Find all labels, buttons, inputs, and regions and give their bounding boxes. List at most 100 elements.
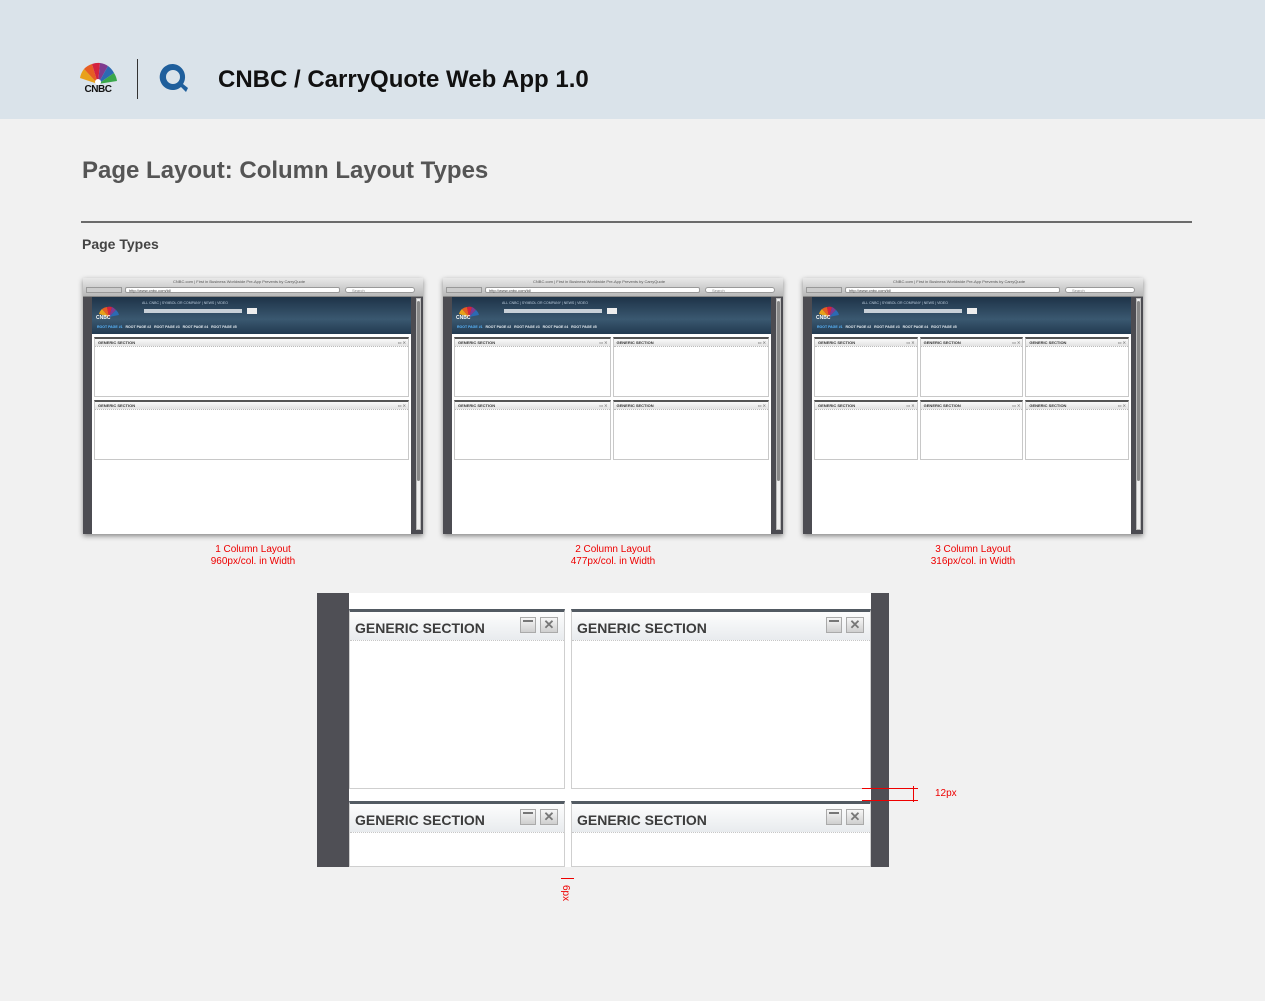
nav-item: ROOT PAGE #1 <box>817 325 843 329</box>
section-header: GENERIC SECTION ✕ <box>572 612 870 641</box>
browser-nav-buttons[interactable] <box>446 287 482 293</box>
browser-search-field[interactable]: Search <box>705 287 775 293</box>
close-icon[interactable]: ✕ <box>540 617 558 633</box>
close-icon[interactable]: ✕ <box>846 617 864 633</box>
horizontal-gap-label: 6px <box>560 885 571 902</box>
carryquote-q-logo <box>159 63 188 92</box>
section-header: GENERIC SECTION <box>815 402 917 410</box>
search-go-button[interactable] <box>607 308 617 314</box>
browser-nav-buttons[interactable] <box>86 287 122 293</box>
minimize-icon[interactable] <box>520 617 536 633</box>
vertical-gap-label: 12px <box>935 788 957 799</box>
scrollbar[interactable] <box>776 298 781 530</box>
nav-item: ROOT PAGE #4 <box>182 325 209 329</box>
browser-nav-buttons[interactable] <box>806 287 842 293</box>
page-content: GENERIC SECTIONGENERIC SECTIONGENERIC SE… <box>812 334 1131 534</box>
close-icon[interactable]: ✕ <box>846 809 864 825</box>
url-field[interactable]: http://www.cnbc.com/id/ <box>845 287 1060 293</box>
window-title: CNBC.com | First in Business Worldwide P… <box>533 279 666 284</box>
generic-section-panel: GENERIC SECTION <box>919 337 1024 397</box>
site-nav[interactable]: ROOT PAGE #1 ROOT PAGE #2 ROOT PAGE #3 R… <box>97 325 237 329</box>
layout-name: 3 Column Layout <box>935 544 1011 555</box>
site-search-input[interactable] <box>144 309 242 313</box>
nav-item: ROOT PAGE #2 <box>485 325 512 329</box>
search-go-button[interactable] <box>967 308 977 314</box>
site-logo-text: CNBC <box>456 315 471 321</box>
layout-caption: 3 Column Layout 316px/col. in Width <box>803 544 1143 568</box>
section-header: GENERIC SECTION <box>613 402 768 410</box>
nav-item: ROOT PAGE #4 <box>542 325 569 329</box>
minimize-icon[interactable] <box>826 809 842 825</box>
gap-guide-top <box>862 788 918 789</box>
site-search-input[interactable] <box>504 309 602 313</box>
generic-section-panel: GENERIC SECTION <box>919 400 1024 460</box>
site-nav[interactable]: ROOT PAGE #1 ROOT PAGE #2 ROOT PAGE #3 R… <box>817 325 957 329</box>
generic-section-panel: GENERIC SECTION ✕ <box>571 609 871 789</box>
section-subtitle: Page Types <box>82 236 159 252</box>
generic-section-panel: GENERIC SECTION ✕ <box>349 801 565 867</box>
close-icon[interactable]: ✕ <box>540 809 558 825</box>
section-header: GENERIC SECTION ✕ <box>350 804 564 833</box>
nav-item: ROOT PAGE #4 <box>902 325 929 329</box>
site-nav[interactable]: ROOT PAGE #1 ROOT PAGE #2 ROOT PAGE #3 R… <box>457 325 597 329</box>
generic-section-panel: GENERIC SECTION <box>454 337 611 397</box>
section-header: GENERIC SECTION <box>1026 339 1128 347</box>
url-field[interactable]: http://www.cnbc.com/id/ <box>125 287 340 293</box>
window-controls-icon <box>86 280 104 293</box>
section-header: GENERIC SECTION ✕ <box>572 804 870 833</box>
layout-detail-zoom: GENERIC SECTION ✕ GENERIC SECTION ✕ GENE… <box>317 593 889 867</box>
browser-chrome: CNBC.com | First in Business Worldwide P… <box>83 278 423 297</box>
generic-section-panel: GENERIC SECTION ✕ <box>349 609 565 789</box>
section-header: GENERIC SECTION <box>1026 402 1128 410</box>
layout-name: 2 Column Layout <box>575 544 651 555</box>
browser-thumbnail: CNBC.com | First in Business Worldwide P… <box>443 278 783 534</box>
window-controls-icon <box>806 280 824 293</box>
layout-name: 1 Column Layout <box>215 544 291 555</box>
browser-thumbnail: CNBC.com | First in Business Worldwide P… <box>803 278 1143 534</box>
window-title: CNBC.com | First in Business Worldwide P… <box>893 279 1026 284</box>
layout-caption: 1 Column Layout 960px/col. in Width <box>83 544 423 568</box>
generic-section-panel: GENERIC SECTION <box>454 400 611 460</box>
top-links[interactable]: ALL CNBC | SYMBOL OR COMPANY | NEWS | VI… <box>862 301 948 305</box>
browser-search-field[interactable]: Search <box>1065 287 1135 293</box>
url-field[interactable]: http://www.cnbc.com/id/ <box>485 287 700 293</box>
nav-item: ROOT PAGE #5 <box>211 325 237 329</box>
section-title: GENERIC SECTION <box>577 620 707 636</box>
app-title: CNBC / CarryQuote Web App 1.0 <box>218 66 589 93</box>
top-links[interactable]: ALL CNBC | SYMBOL OR COMPANY | NEWS | VI… <box>142 301 228 305</box>
minimize-icon[interactable] <box>520 809 536 825</box>
window-title: CNBC.com | First in Business Worldwide P… <box>173 279 306 284</box>
generic-section-panel: GENERIC SECTION <box>814 337 918 397</box>
search-go-button[interactable] <box>247 308 257 314</box>
browser-search-field[interactable]: Search <box>345 287 415 293</box>
nav-item: ROOT PAGE #1 <box>97 325 123 329</box>
section-header: GENERIC SECTION ✕ <box>350 612 564 641</box>
section-title: GENERIC SECTION <box>577 812 707 828</box>
layout-width: 960px/col. in Width <box>210 556 296 567</box>
site-header: CNBC ALL CNBC | SYMBOL OR COMPANY | NEWS … <box>812 297 1131 334</box>
site-search-input[interactable] <box>864 309 962 313</box>
page-content: GENERIC SECTION GENERIC SECTION <box>92 334 411 534</box>
vertical-gap-arrow <box>913 786 914 802</box>
section-header: GENERIC SECTION <box>613 339 768 347</box>
nav-item: ROOT PAGE #5 <box>931 325 957 329</box>
section-header: GENERIC SECTION <box>920 402 1023 410</box>
generic-section-panel: GENERIC SECTION ✕ <box>571 801 871 867</box>
nav-item: ROOT PAGE #5 <box>571 325 597 329</box>
nav-item: ROOT PAGE #3 <box>874 325 900 329</box>
scrollbar[interactable] <box>416 298 421 530</box>
title-divider <box>81 221 1192 223</box>
nav-item: ROOT PAGE #3 <box>154 325 180 329</box>
site-logo-text: CNBC <box>96 315 111 321</box>
generic-section-panel: GENERIC SECTION <box>814 400 918 460</box>
browser-chrome: CNBC.com | First in Business Worldwide P… <box>443 278 783 297</box>
section-header: GENERIC SECTION <box>815 339 917 347</box>
page-title: Page Layout: Column Layout Types <box>82 157 489 184</box>
section-title: GENERIC SECTION <box>355 812 485 828</box>
top-links[interactable]: ALL CNBC | SYMBOL OR COMPANY | NEWS | VI… <box>502 301 588 305</box>
scrollbar[interactable] <box>1136 298 1141 530</box>
browser-chrome: CNBC.com | First in Business Worldwide P… <box>803 278 1143 297</box>
minimize-icon[interactable] <box>826 617 842 633</box>
section-header: GENERIC SECTION <box>95 402 408 410</box>
site-header: CNBC ALL CNBC | SYMBOL OR COMPANY | NEWS … <box>452 297 771 334</box>
